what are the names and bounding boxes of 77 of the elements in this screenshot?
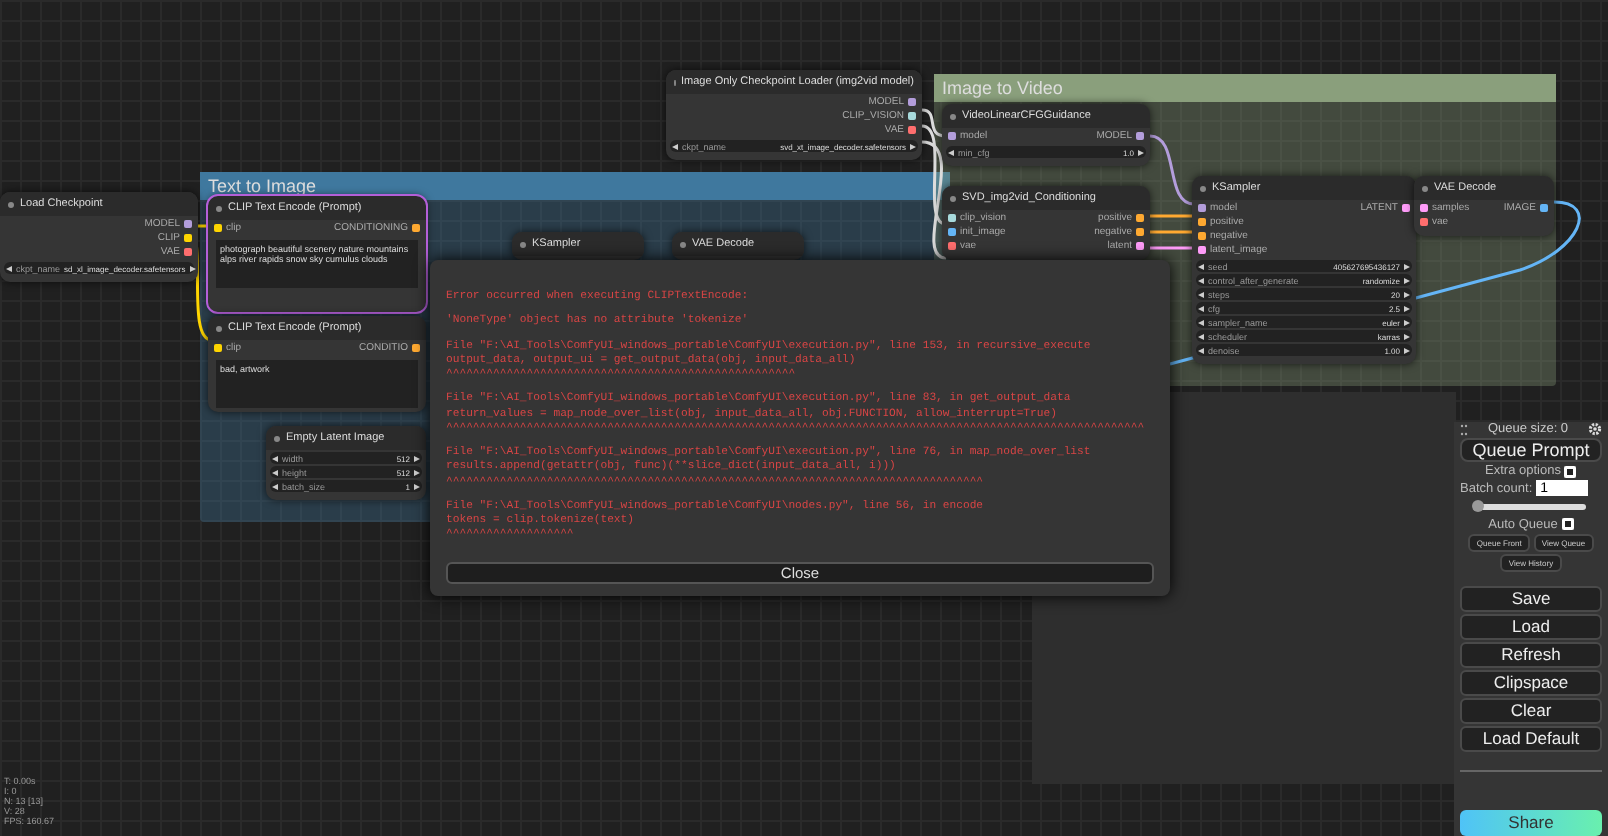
node-status-icon	[950, 195, 956, 201]
input-slot-icon[interactable]	[1198, 232, 1206, 240]
arrow-left-icon[interactable]	[948, 149, 954, 155]
group-title: Text to Image	[200, 172, 950, 200]
arrow-left-icon[interactable]	[1198, 291, 1204, 297]
node-status-icon	[520, 241, 526, 247]
arrow-right-icon[interactable]	[1404, 305, 1410, 311]
output-slot-icon[interactable]	[184, 220, 192, 228]
arrow-right-icon[interactable]	[1138, 149, 1144, 155]
menu-button[interactable]: Load	[1460, 613, 1602, 640]
arrow-right-icon[interactable]	[414, 469, 420, 475]
menu-button[interactable]: Save	[1460, 585, 1602, 612]
arrow-left-icon[interactable]	[1198, 263, 1204, 269]
group-title: Image to Video	[934, 74, 1556, 102]
node-status-icon	[216, 325, 222, 331]
output-slot-icon[interactable]	[908, 126, 916, 134]
input-slot-icon[interactable]	[948, 214, 956, 222]
input-slot-icon[interactable]	[1420, 218, 1428, 226]
share-button[interactable]: Share	[1460, 809, 1602, 836]
output-slot-icon[interactable]	[1136, 132, 1144, 140]
arrow-right-icon[interactable]	[1404, 347, 1410, 353]
batch-slider[interactable]	[1477, 504, 1585, 510]
input-slot-icon[interactable]	[214, 224, 222, 232]
arrow-right-icon[interactable]	[1404, 263, 1410, 269]
node-status-icon	[8, 201, 14, 207]
menu-button[interactable]: Clipspace	[1460, 669, 1602, 696]
arrow-right-icon[interactable]	[1404, 291, 1410, 297]
node-status-icon	[1422, 185, 1428, 191]
output-slot-icon[interactable]	[1136, 214, 1144, 222]
arrow-left-icon[interactable]	[272, 455, 278, 461]
input-slot-icon[interactable]	[948, 228, 956, 236]
output-slot-icon[interactable]	[184, 234, 192, 242]
output-slot-icon[interactable]	[1402, 204, 1410, 212]
menu-button[interactable]: Clear	[1460, 697, 1602, 724]
input-slot-icon[interactable]	[948, 132, 956, 140]
arrow-right-icon[interactable]	[1404, 319, 1410, 325]
node-status-icon	[950, 113, 956, 119]
arrow-left-icon[interactable]	[1198, 333, 1204, 339]
arrow-right-icon[interactable]	[414, 455, 420, 461]
queue-prompt-button[interactable]: Queue Prompt	[1460, 438, 1602, 463]
input-slot-icon[interactable]	[948, 242, 956, 250]
arrow-left-icon[interactable]	[672, 143, 678, 149]
menu-button[interactable]: Refresh	[1460, 641, 1602, 668]
input-slot-icon[interactable]	[1420, 204, 1428, 212]
arrow-left-icon[interactable]	[272, 483, 278, 489]
node-status-icon	[680, 241, 686, 247]
node-status-icon	[274, 435, 280, 441]
arrow-right-icon[interactable]	[414, 483, 420, 489]
node-status-icon	[1200, 185, 1206, 191]
arrow-left-icon[interactable]	[1198, 347, 1204, 353]
input-slot-icon[interactable]	[214, 344, 222, 352]
input-slot-icon[interactable]	[1198, 218, 1206, 226]
settings-icon[interactable]	[1587, 422, 1602, 436]
arrow-left-icon[interactable]	[6, 265, 12, 271]
menu-button[interactable]: Load Default	[1460, 725, 1602, 752]
output-slot-icon[interactable]	[908, 98, 916, 106]
arrow-right-icon[interactable]	[910, 143, 916, 149]
slider-thumb[interactable]	[1471, 500, 1483, 513]
input-slot-icon[interactable]	[1198, 204, 1206, 212]
checkbox[interactable]	[1561, 518, 1574, 531]
output-slot-icon[interactable]	[1136, 228, 1144, 236]
output-slot-icon[interactable]	[412, 224, 420, 232]
arrow-right-icon[interactable]	[1404, 333, 1410, 339]
arrow-left-icon[interactable]	[272, 469, 278, 475]
output-slot-icon[interactable]	[412, 344, 420, 352]
arrow-right-icon[interactable]	[1404, 277, 1410, 283]
output-slot-icon[interactable]	[908, 112, 916, 120]
arrow-left-icon[interactable]	[1198, 305, 1204, 311]
output-slot-icon[interactable]	[1540, 204, 1548, 212]
checkbox[interactable]	[1564, 465, 1577, 478]
output-slot-icon[interactable]	[1136, 242, 1144, 250]
arrow-right-icon[interactable]	[189, 265, 196, 271]
input-slot-icon[interactable]	[1198, 246, 1206, 254]
arrow-left-icon[interactable]	[1198, 319, 1204, 325]
node-status-icon	[216, 205, 222, 211]
output-slot-icon[interactable]	[184, 248, 192, 256]
arrow-left-icon[interactable]	[1198, 277, 1204, 283]
